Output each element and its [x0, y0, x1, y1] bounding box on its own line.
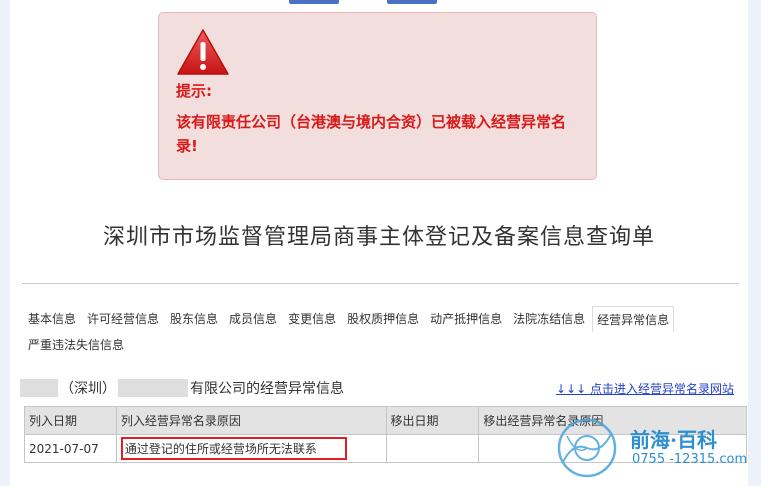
listed-reason-cell: 通过登记的住所或经营场所无法联系 [115, 434, 387, 463]
column-header: 列入日期 [24, 406, 117, 435]
abnormal-directory-link[interactable]: ↓↓↓ 点击进入经营异常名录网站 [556, 380, 734, 397]
company-heading-part2: 有限公司的经营异常信息 [190, 381, 344, 397]
divider [22, 283, 739, 284]
tab-serious-violation-info[interactable]: 严重违法失信信息 [24, 332, 128, 358]
top-button-right[interactable] [387, 0, 437, 4]
tab-equity-pledge-info[interactable]: 股权质押信息 [343, 306, 423, 332]
redacted-name-part [118, 379, 188, 397]
column-header: 列入经营异常名录原因 [115, 406, 387, 435]
company-heading: （深圳） 有限公司的经营异常信息 [20, 378, 344, 398]
tab-member-info[interactable]: 成员信息 [225, 306, 281, 332]
top-button-left[interactable] [289, 0, 339, 4]
warning-triangle-icon [177, 29, 229, 75]
tab-chattel-mortgage-info[interactable]: 动产抵押信息 [426, 306, 506, 332]
tab-license-info[interactable]: 许可经营信息 [83, 306, 163, 332]
company-heading-part1: （深圳） [60, 381, 116, 397]
removed-date-cell [385, 434, 480, 463]
watermark-name: 前海·百科 [630, 428, 717, 452]
alert-message: 该有限责任公司（台港澳与境内合资）已被载入经营异常名录! [176, 113, 567, 155]
tab-court-freeze-info[interactable]: 法院冻结信息 [509, 306, 589, 332]
listed-date-cell: 2021-07-07 [24, 434, 117, 463]
highlighted-reason: 通过登记的住所或经营场所无法联系 [120, 437, 347, 460]
tab-change-info[interactable]: 变更信息 [284, 306, 340, 332]
info-tabs: 基本信息 许可经营信息 股东信息 成员信息 变更信息 股权质押信息 动产抵押信息… [24, 306, 738, 358]
tab-abnormal-operation-info[interactable]: 经营异常信息 [592, 306, 675, 332]
alert-title: 提示: [176, 82, 212, 100]
redacted-name-part [20, 379, 58, 397]
tab-basic-info[interactable]: 基本信息 [24, 306, 80, 332]
tab-shareholder-info[interactable]: 股东信息 [166, 306, 222, 332]
watermark-phone: 0755 -12315.com [632, 452, 748, 467]
page-title: 深圳市市场监督管理局商事主体登记及备案信息查询单 [102, 225, 655, 250]
column-header: 移出日期 [385, 406, 480, 435]
